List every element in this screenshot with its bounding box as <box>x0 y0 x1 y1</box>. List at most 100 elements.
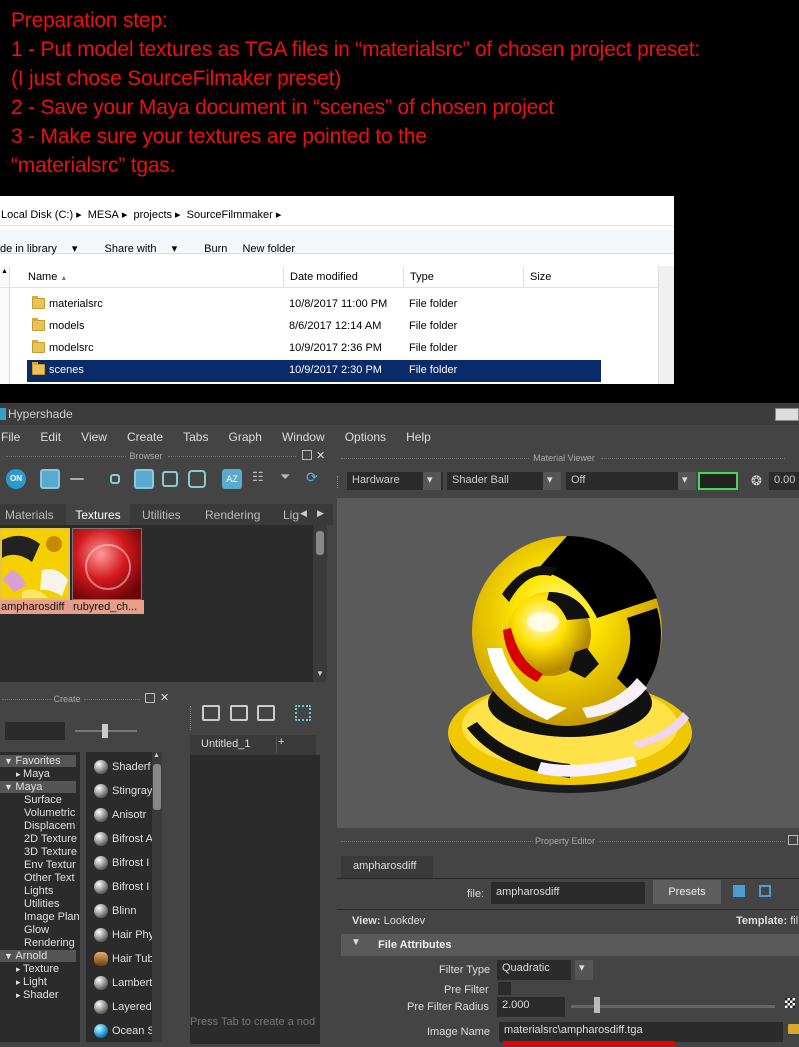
focus-icon[interactable] <box>733 885 745 897</box>
chevron-right-icon[interactable]: ▸ <box>16 977 23 987</box>
toggle-on-icon[interactable]: ON <box>6 469 26 489</box>
vertical-scrollbar[interactable] <box>658 266 674 384</box>
chevron-down-icon[interactable]: ▾ <box>678 472 696 490</box>
tree-category[interactable]: ▼ Maya <box>0 781 76 793</box>
node-type-item[interactable]: Shaderf <box>88 758 158 778</box>
chevron-right-icon[interactable]: ▸ <box>16 964 23 974</box>
float-panel-icon[interactable] <box>302 450 312 460</box>
chevron-down-icon[interactable]: ▾ <box>543 472 561 490</box>
graph-both-connections-icon[interactable] <box>230 705 248 721</box>
list-view-icon[interactable] <box>70 478 84 480</box>
filter-type-dropdown[interactable]: Quadratic <box>497 960 571 980</box>
menu-graph[interactable]: Graph <box>229 430 262 444</box>
tree-item[interactable]: ▸ Light <box>16 976 47 988</box>
graph-input-connections-icon[interactable] <box>202 705 220 721</box>
material-preview-canvas[interactable] <box>337 498 799 828</box>
column-date-modified[interactable]: Date modified <box>284 266 404 288</box>
tree-item[interactable]: Env Textur <box>24 859 76 871</box>
tab-scroll-right-icon[interactable]: ▶ <box>317 508 324 519</box>
tree-item[interactable]: Volumetric <box>24 807 75 819</box>
tree-item[interactable]: 3D Texture <box>24 846 77 858</box>
chevron-down-icon[interactable]: ▼ <box>4 756 15 766</box>
node-name-field[interactable]: ampharosdiff <box>491 882 645 904</box>
tab-materials[interactable]: Materials <box>5 508 54 522</box>
node-type-item[interactable]: Bifrost I <box>88 878 158 898</box>
column-type[interactable]: Type <box>404 266 524 288</box>
vertical-scrollbar[interactable]: ▲ <box>152 752 162 1042</box>
scroll-thumb[interactable] <box>316 531 324 555</box>
sort-type-icon[interactable]: ☷ <box>252 469 272 489</box>
tree-item[interactable]: ▸ Shader <box>16 989 59 1001</box>
breadcrumb-item[interactable]: MESA <box>88 209 119 221</box>
address-bar[interactable]: Local Disk (C:) ▸ MESA ▸ projects ▸ SourceF… <box>0 204 674 226</box>
exposure-icon[interactable]: ❂ <box>751 473 762 489</box>
small-swatch-icon[interactable] <box>110 474 120 484</box>
tab-scroll-left-icon[interactable]: ◀ <box>300 508 307 519</box>
node-type-item[interactable]: Lambert <box>88 974 158 994</box>
chevron-right-icon[interactable]: ▸ <box>16 990 23 1000</box>
pre-filter-checkbox[interactable] <box>498 982 511 995</box>
menu-tabs[interactable]: Tabs <box>183 430 208 444</box>
chevron-right-icon[interactable]: ▸ <box>16 769 23 779</box>
sort-time-icon[interactable]: ⏷ <box>280 469 300 489</box>
chevron-down-icon[interactable]: ▾ <box>423 472 441 490</box>
section-header[interactable]: ▼ File Attributes <box>341 934 799 956</box>
tree-item[interactable]: Displacem <box>24 820 75 832</box>
float-panel-icon[interactable] <box>145 693 155 703</box>
tree-category[interactable]: ▼ Arnold <box>0 950 76 962</box>
share-with-button[interactable]: Share with ▾ <box>105 243 190 255</box>
breadcrumb-item[interactable]: Local Disk (C:) <box>1 209 73 221</box>
tab-textures[interactable]: Textures <box>66 504 130 525</box>
node-type-item[interactable]: Hair Phy <box>88 926 158 946</box>
environment-dropdown[interactable]: Off <box>566 472 694 490</box>
tab-utilities[interactable]: Utilities <box>142 508 181 522</box>
clear-graph-icon[interactable] <box>295 705 311 721</box>
presets-button[interactable]: Presets <box>653 880 721 904</box>
window-titlebar[interactable]: Hypershade <box>0 403 799 425</box>
list-item[interactable]: models 8/6/2017 12:14 AM File folder <box>27 316 601 338</box>
tree-item[interactable]: Rendering <box>24 937 75 949</box>
list-item[interactable]: materialsrc 10/8/2017 11:00 PM File folder <box>27 294 601 316</box>
search-input[interactable] <box>5 722 65 740</box>
view-value[interactable]: Lookdev <box>384 915 426 927</box>
node-graph-canvas[interactable]: Press Tab to create a nod <box>190 755 320 1044</box>
large-swatch-icon[interactable] <box>162 471 178 487</box>
list-item-selected[interactable]: scenes 10/9/2017 2:30 PM File folder <box>27 360 601 382</box>
tab-lights[interactable]: Lig <box>283 508 299 522</box>
tab-rendering[interactable]: Rendering <box>205 508 260 522</box>
vertical-scrollbar[interactable]: ▼ <box>313 525 327 682</box>
render-region-icon[interactable] <box>698 472 738 490</box>
node-type-item[interactable]: Anisotr <box>88 806 158 826</box>
texture-swatch-rubyred[interactable] <box>72 528 142 600</box>
scroll-down-icon[interactable]: ▼ <box>316 669 324 678</box>
tree-item[interactable]: Glow <box>24 924 49 936</box>
slider-handle[interactable] <box>102 724 108 738</box>
menu-create[interactable]: Create <box>127 430 163 444</box>
exposure-field[interactable]: 0.00 <box>769 472 799 490</box>
chevron-down-icon[interactable]: ▾ <box>575 960 593 980</box>
tree-item[interactable]: 2D Texture <box>24 833 77 845</box>
menu-file[interactable]: File <box>1 430 20 444</box>
menu-window[interactable]: Window <box>282 430 325 444</box>
node-type-item[interactable]: Bifrost I <box>88 854 158 874</box>
node-type-item[interactable]: Stingray <box>88 782 158 802</box>
tab-node[interactable]: ampharosdiff <box>341 856 433 878</box>
graph-output-connections-icon[interactable] <box>257 705 275 721</box>
include-in-library-button[interactable]: de in library ▾ <box>0 243 89 255</box>
copy-tab-icon[interactable] <box>759 885 771 897</box>
tree-item[interactable]: Image Plan <box>24 911 80 923</box>
refresh-icon[interactable]: ⟳ <box>306 469 326 489</box>
list-item[interactable]: modelsrc 10/9/2017 2:36 PM File folder <box>27 338 601 360</box>
folder-icon[interactable] <box>788 1024 799 1034</box>
close-icon[interactable]: ✕ <box>160 691 169 704</box>
add-tab-button[interactable]: + <box>278 736 284 748</box>
scroll-thumb[interactable] <box>153 764 161 810</box>
float-panel-icon[interactable] <box>788 835 798 845</box>
tree-item[interactable]: Surface <box>24 794 62 806</box>
node-type-item[interactable]: Ocean S <box>88 1022 158 1042</box>
texture-swatch-ampharos[interactable] <box>0 528 70 600</box>
scroll-up-icon[interactable]: ▲ <box>153 752 160 759</box>
sort-alpha-icon[interactable]: AZ <box>222 469 242 489</box>
menu-view[interactable]: View <box>81 430 107 444</box>
tree-item[interactable]: ▸ Texture <box>16 963 59 975</box>
